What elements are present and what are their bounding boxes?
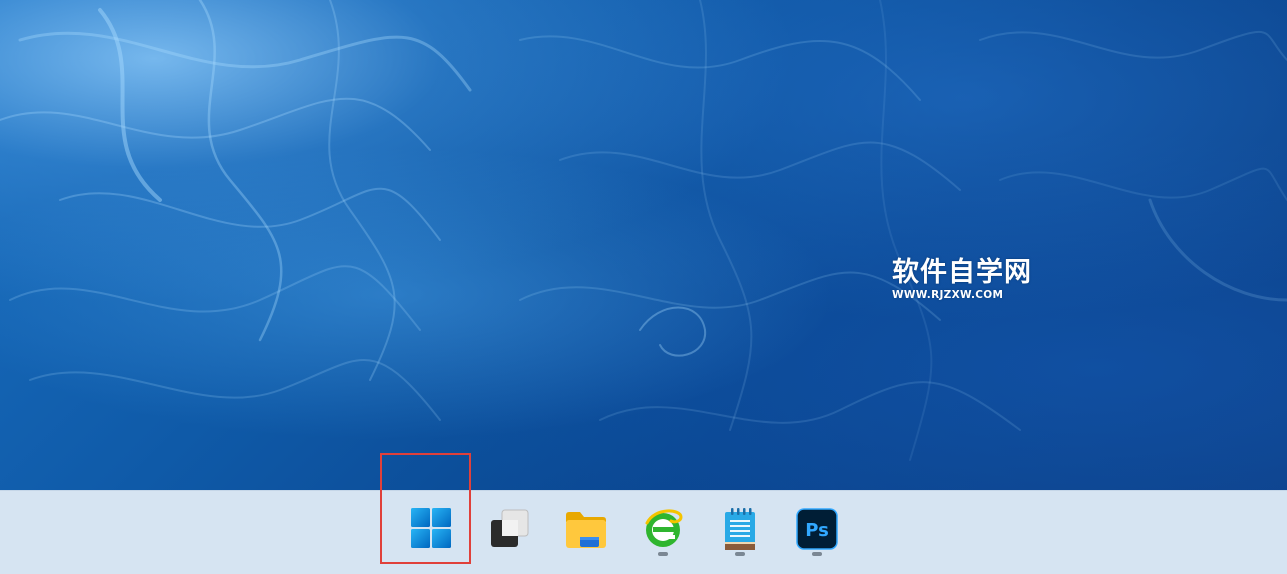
watermark-title: 软件自学网 bbox=[892, 257, 1032, 288]
windows-start-icon[interactable] bbox=[410, 507, 452, 549]
photoshop-icon[interactable]: Ps bbox=[795, 507, 839, 551]
file-explorer-icon[interactable] bbox=[563, 507, 609, 551]
notepad-icon[interactable] bbox=[720, 507, 760, 553]
start-button[interactable] bbox=[401, 507, 461, 563]
browser-button[interactable] bbox=[633, 507, 693, 563]
photoshop-button[interactable]: Ps bbox=[787, 507, 847, 563]
browser-e-icon[interactable] bbox=[641, 507, 685, 551]
task-view-icon[interactable] bbox=[486, 507, 532, 551]
file-explorer-button[interactable] bbox=[556, 507, 616, 563]
running-indicator bbox=[658, 552, 668, 556]
smoke-wallpaper-graphic bbox=[0, 0, 1287, 461]
taskbar: Ps bbox=[0, 490, 1287, 574]
running-indicator bbox=[735, 552, 745, 556]
photoshop-label: Ps bbox=[805, 520, 829, 541]
desktop-wallpaper: 软件自学网 WWW.RJZXW.COM bbox=[0, 0, 1287, 490]
notepad-button[interactable] bbox=[710, 507, 770, 563]
watermark-url: WWW.RJZXW.COM bbox=[892, 289, 1004, 301]
running-indicator bbox=[812, 552, 822, 556]
task-view-button[interactable] bbox=[479, 507, 539, 563]
watermark: 软件自学网 WWW.RJZXW.COM bbox=[892, 257, 1042, 302]
